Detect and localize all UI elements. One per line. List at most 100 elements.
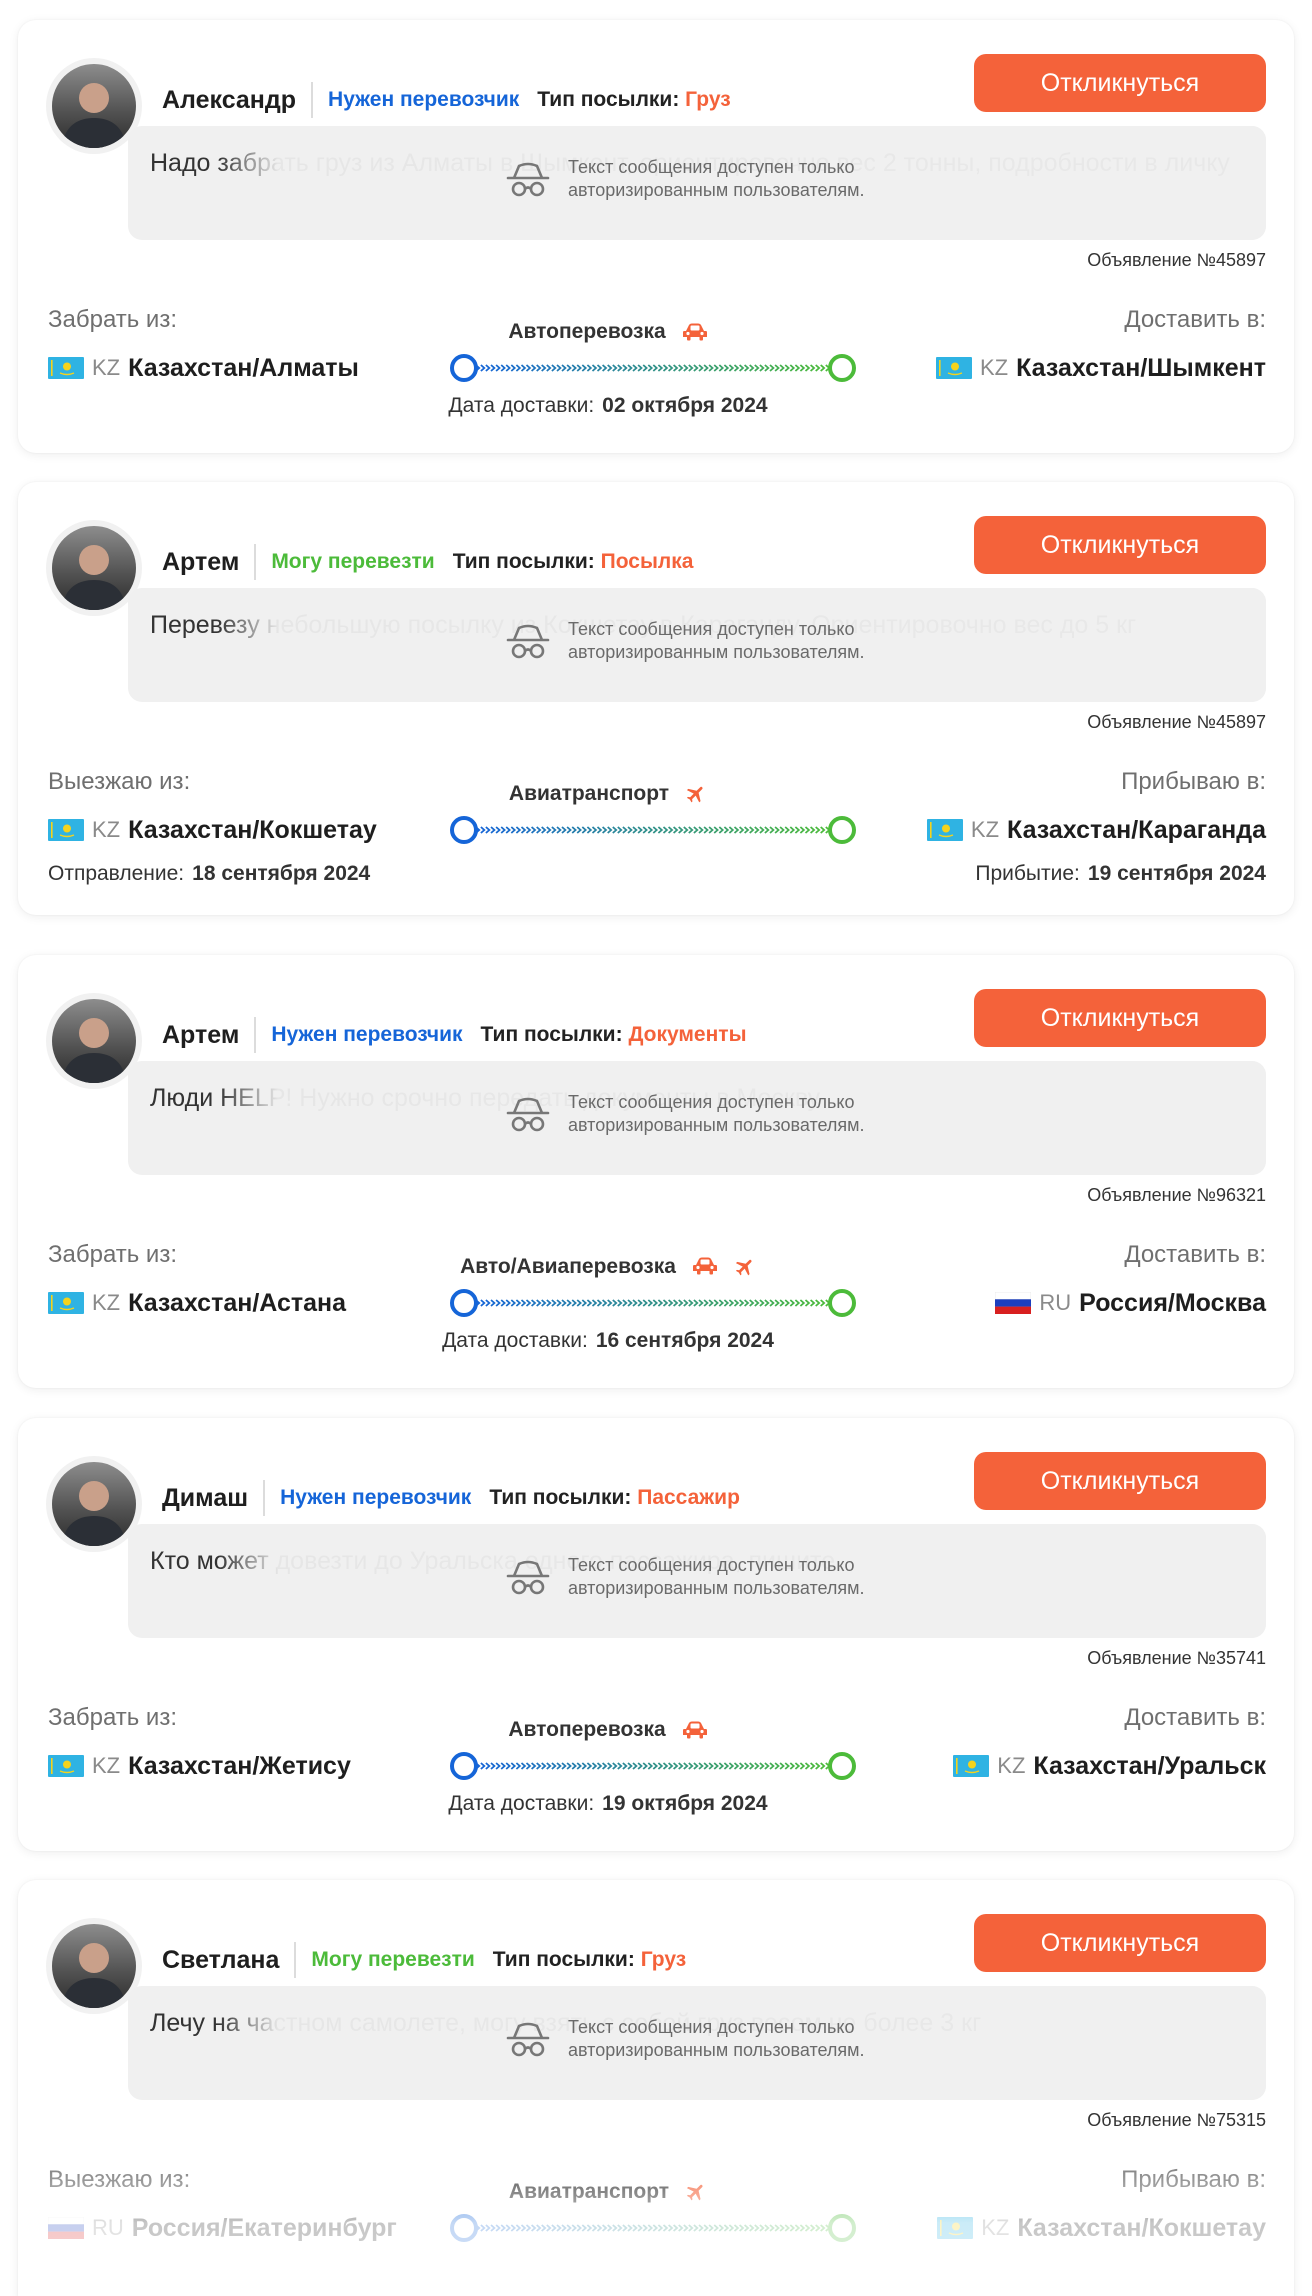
destination-label: Доставить в:: [1124, 1241, 1266, 1268]
incognito-icon: [506, 1097, 550, 1132]
parcel-type-label: Тип посылки:: [489, 1486, 632, 1509]
user-name[interactable]: Димаш: [162, 1484, 248, 1513]
route-start-point: [450, 816, 478, 844]
origin-flag-icon: [48, 1292, 84, 1314]
listing-number: Объявление №96321: [1087, 1185, 1266, 1205]
destination-flag-icon: [935, 357, 972, 379]
route-end-point: [828, 2214, 856, 2242]
incognito-icon: [506, 624, 550, 659]
respond-button[interactable]: Откликнуться: [974, 989, 1266, 1047]
listing-header: Димаш Нужен перевозчик Тип посылки: Пасс…: [162, 1478, 740, 1518]
parcel-type-value: Груз: [685, 88, 731, 111]
locked-text-line2: авторизированным пользователям.: [568, 1115, 865, 1135]
locked-notice: Текст сообщения доступен только авторизи…: [504, 1554, 865, 1600]
plane-icon: [687, 2184, 703, 2201]
departure-date-value: 18 сентября 2024: [192, 862, 371, 885]
transport-type: Автоперевозка: [308, 320, 908, 344]
incognito-icon: [506, 2022, 550, 2057]
message-box: Надо забрать груз из Алматы в Шымкент, о…: [128, 126, 1266, 240]
listing-number: Объявление №35741: [1087, 1648, 1266, 1668]
transport-type: Авиатранспорт: [308, 782, 908, 806]
locked-notice: Текст сообщения доступен только авторизи…: [504, 1091, 865, 1137]
destination-city: Казахстан/Караганда: [1007, 815, 1266, 844]
origin-location: KZ Казахстан/Кокшетау: [48, 812, 377, 848]
parcel-type-label: Тип посылки:: [492, 1948, 635, 1971]
listing-role: Могу перевезти: [271, 550, 435, 573]
origin-location: KZ Казахстан/Алматы: [48, 350, 359, 386]
destination-location: KZ Казахстан/Шымкент: [935, 350, 1266, 386]
respond-button[interactable]: Откликнуться: [974, 54, 1266, 112]
listing-role: Нужен перевозчик: [328, 88, 520, 111]
avatar-photo: [62, 1018, 126, 1083]
listing-header: Артем Нужен перевозчик Тип посылки: Доку…: [162, 1015, 747, 1055]
listing-card: Александр Нужен перевозчик Тип посылки: …: [18, 20, 1294, 453]
origin-label: Забрать из:: [48, 1241, 177, 1268]
delivery-date: Дата доставки: 02 октября 2024: [308, 394, 908, 418]
user-name[interactable]: Артем: [162, 548, 239, 577]
locked-text-line1: Текст сообщения доступен только: [568, 619, 855, 639]
route-line: [450, 1752, 856, 1780]
incognito-icon: [506, 1560, 550, 1595]
route-start-point: [450, 354, 478, 382]
parcel-type-label: Тип посылки:: [480, 1023, 623, 1046]
listing-header: Артем Могу перевезти Тип посылки: Посылк…: [162, 542, 693, 582]
transport-icons: [684, 1256, 756, 1278]
avatar-photo: [62, 545, 126, 610]
route-start-point: [450, 1752, 478, 1780]
origin-label: Забрать из:: [48, 1704, 177, 1731]
transport-label: Авиатранспорт: [508, 2180, 670, 2203]
origin-city: Казахстан/Астана: [128, 1288, 347, 1317]
respond-button[interactable]: Откликнуться: [974, 1452, 1266, 1510]
user-name[interactable]: Светлана: [162, 1946, 279, 1975]
listing-header: Александр Нужен перевозчик Тип посылки: …: [162, 80, 731, 120]
origin-city: Россия/Екатеринбург: [131, 2213, 397, 2242]
user-name[interactable]: Артем: [162, 1021, 239, 1050]
parcel-type-value: Документы: [628, 1023, 747, 1046]
transport-icons: [677, 2181, 707, 2203]
avatar[interactable]: [52, 1924, 136, 2008]
incognito-icon: [506, 162, 550, 197]
destination-country-code: KZ: [970, 817, 1000, 842]
parcel-type: Тип посылки: Посылка: [453, 550, 694, 574]
transport-label: Авиатранспорт: [508, 782, 670, 805]
listing-number: Объявление №45897: [1087, 712, 1266, 732]
listing-number: Объявление №45897: [1087, 250, 1266, 270]
route-line: [450, 2214, 856, 2242]
locked-notice: Текст сообщения доступен только авторизи…: [504, 2016, 865, 2062]
car-icon: [682, 323, 707, 341]
message-box: Кто может довезти до Уральска одного пас…: [128, 1524, 1266, 1638]
destination-city: Казахстан/Кокшетау: [1017, 2213, 1266, 2242]
destination-country-code: KZ: [979, 355, 1009, 380]
transport-label: Авто/Авиаперевозка: [460, 1255, 676, 1278]
locked-text-line2: авторизированным пользователям.: [568, 1578, 865, 1598]
avatar[interactable]: [52, 999, 136, 1083]
parcel-type-label: Тип посылки:: [537, 88, 680, 111]
divider: [294, 1942, 297, 1978]
user-name[interactable]: Александр: [162, 86, 296, 115]
locked-text-line1: Текст сообщения доступен только: [568, 1555, 855, 1575]
origin-flag-icon: [48, 357, 84, 379]
avatar-photo: [62, 1481, 126, 1546]
destination-flag-icon: [937, 2217, 974, 2239]
avatar[interactable]: [52, 526, 136, 610]
origin-city: Казахстан/Кокшетау: [128, 815, 377, 844]
respond-button[interactable]: Откликнуться: [974, 1914, 1266, 1972]
avatar[interactable]: [52, 64, 136, 148]
destination-label: Доставить в:: [1124, 306, 1266, 333]
destination-city: Казахстан/Шымкент: [1016, 353, 1266, 382]
listing-number: Объявление №75315: [1087, 2110, 1266, 2130]
transport-label: Автоперевозка: [508, 1718, 666, 1741]
locked-text-line1: Текст сообщения доступен только: [568, 2017, 855, 2037]
avatar[interactable]: [52, 1462, 136, 1546]
message-box: Перевезу небольшую посылку из Кокшетау в…: [128, 588, 1266, 702]
destination-country-code: KZ: [981, 2215, 1010, 2240]
destination-location: RU Россия/Москва: [995, 1285, 1266, 1321]
delivery-date-value: 16 сентября 2024: [595, 1329, 774, 1352]
respond-button[interactable]: Откликнуться: [974, 516, 1266, 574]
listing-header: Светлана Могу перевезти Тип посылки: Гру…: [162, 1940, 686, 1980]
departure-date: Отправление: 18 сентября 2024: [48, 862, 370, 886]
route-start-point: [450, 1289, 478, 1317]
route-line: [450, 1289, 856, 1317]
origin-label: Выезжаю из:: [48, 2166, 191, 2193]
listing-card: Артем Могу перевезти Тип посылки: Посылк…: [18, 482, 1294, 915]
